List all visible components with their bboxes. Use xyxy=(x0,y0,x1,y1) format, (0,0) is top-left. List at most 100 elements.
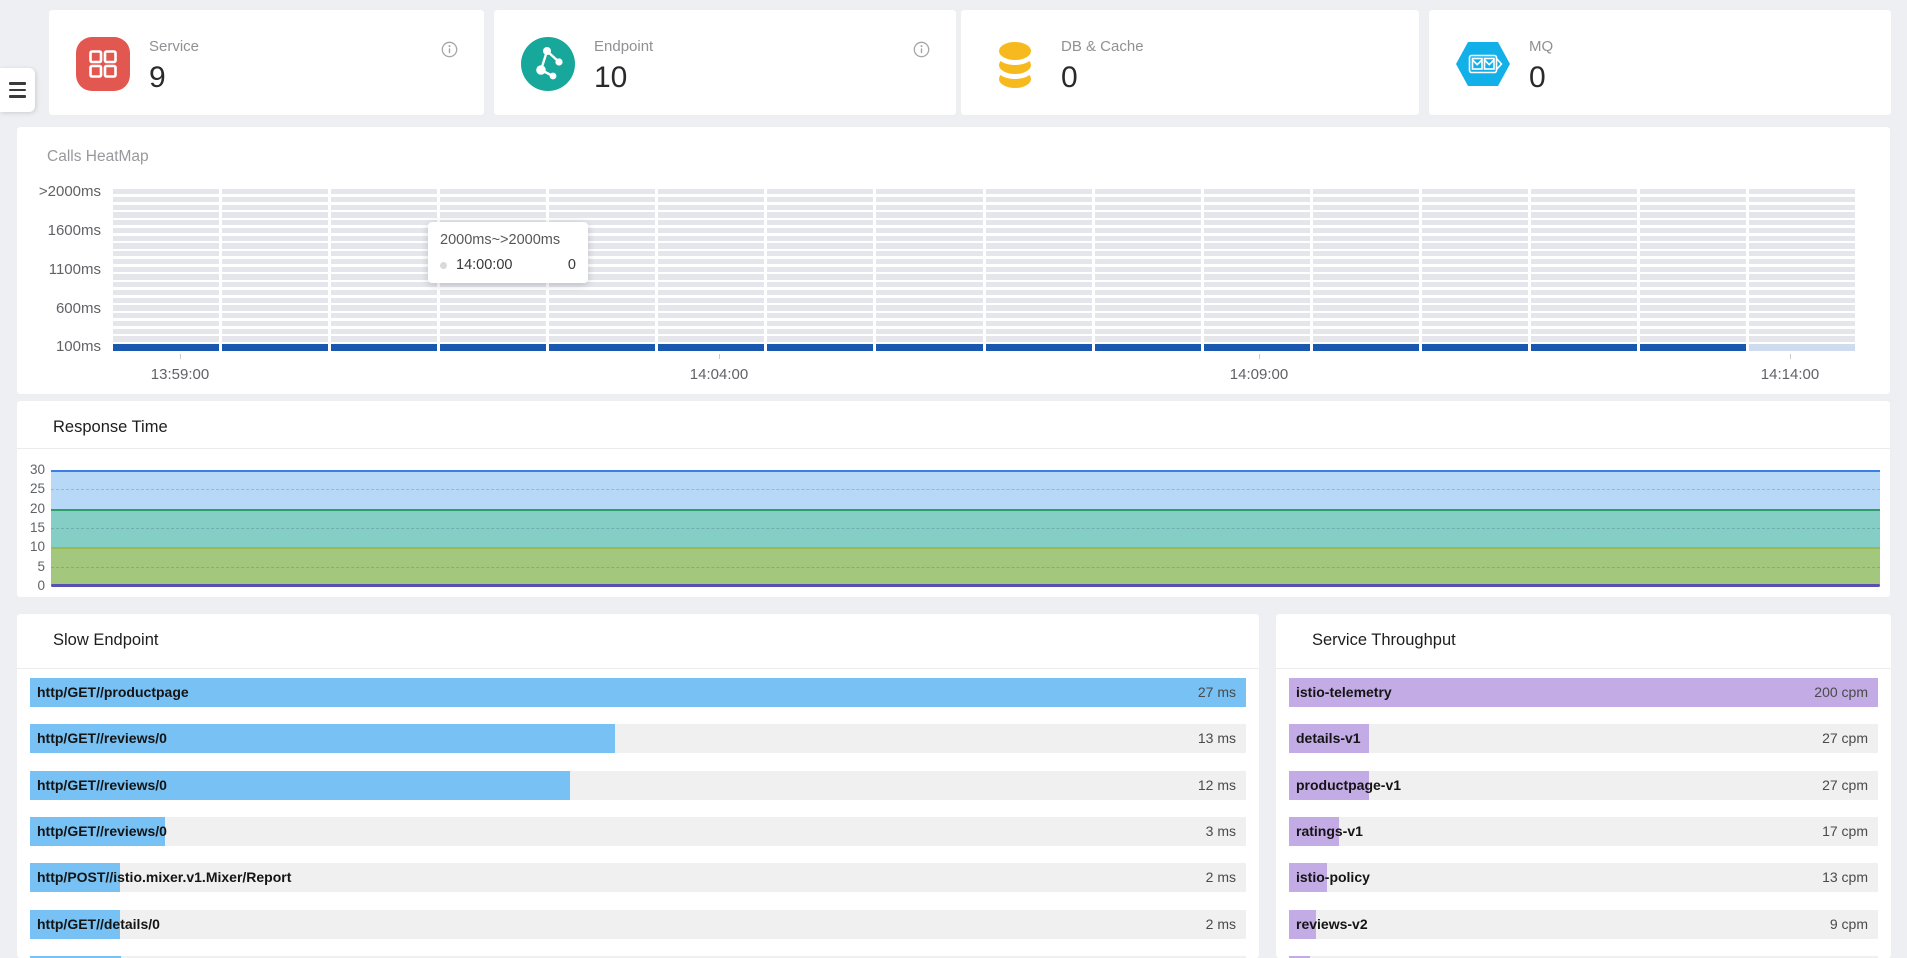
heatmap-cell xyxy=(440,212,546,217)
heatmap-cell xyxy=(986,220,1092,225)
heatmap-cell xyxy=(331,259,437,264)
heatmap-cell xyxy=(767,205,873,210)
heatmap-cell xyxy=(986,329,1092,334)
heatmap-cell xyxy=(658,205,764,210)
slow-endpoint-row: http/GET//reviews/013 ms xyxy=(30,724,1246,753)
heatmap-row xyxy=(113,220,1855,225)
heatmap-cell xyxy=(767,329,873,334)
heatmap-y-label: 600ms xyxy=(17,300,101,317)
heatmap-cell xyxy=(1313,313,1419,318)
heatmap-row xyxy=(113,298,1855,303)
heatmap-cell xyxy=(986,212,1092,217)
slow-endpoint-row: http/POST//istio.mixer.v1.Mixer/Report2 … xyxy=(30,863,1246,892)
stat-card-endpoint: Endpoint 10 xyxy=(494,10,956,115)
heatmap-cell xyxy=(986,274,1092,279)
heatmap-cell xyxy=(1422,282,1528,287)
heatmap-row xyxy=(113,197,1855,202)
heatmap-cell xyxy=(113,344,219,351)
heatmap-cell xyxy=(1204,336,1310,341)
stat-card-service: Service 9 xyxy=(49,10,484,115)
bar-label: reviews-v2 xyxy=(1296,910,1368,939)
stat-value: 10 xyxy=(594,61,653,95)
heatmap-cell xyxy=(1204,313,1310,318)
heatmap-cell xyxy=(549,205,655,210)
heatmap-cell xyxy=(1749,243,1855,248)
heatmap-cell xyxy=(1531,228,1637,233)
heatmap-row xyxy=(113,243,1855,248)
heatmap-cell xyxy=(1095,344,1201,351)
heatmap-cell xyxy=(113,267,219,272)
stat-card-db-cache: DB & Cache 0 xyxy=(961,10,1419,115)
heatmap-cell xyxy=(1531,197,1637,202)
heatmap-cell xyxy=(1422,197,1528,202)
heatmap-cell xyxy=(113,298,219,303)
heatmap-cell xyxy=(986,236,1092,241)
heatmap-cell xyxy=(1531,205,1637,210)
heatmap-cell xyxy=(1422,251,1528,256)
heatmap-cell xyxy=(331,251,437,256)
heatmap-cell xyxy=(331,220,437,225)
bar-label: istio-telemetry xyxy=(1296,678,1392,707)
heatmap-cell xyxy=(113,212,219,217)
heatmap-cell xyxy=(331,344,437,351)
service-throughput-row: productpage-v127 cpm xyxy=(1289,771,1878,800)
calls-heatmap-card: Calls HeatMap >2000ms1600ms1100ms600ms10… xyxy=(17,127,1890,394)
heatmap-cell xyxy=(331,290,437,295)
heatmap-cell xyxy=(331,321,437,326)
heatmap-row xyxy=(113,212,1855,217)
heatmap-cell xyxy=(1531,305,1637,310)
heatmap-cell xyxy=(876,205,982,210)
info-icon[interactable] xyxy=(441,41,458,58)
heatmap-row xyxy=(113,267,1855,272)
service-throughput-row: details-v127 cpm xyxy=(1289,724,1878,753)
heatmap-cell xyxy=(767,197,873,202)
menu-toggle-button[interactable] xyxy=(0,68,35,112)
heatmap-cell xyxy=(549,189,655,194)
heatmap-cell xyxy=(1422,212,1528,217)
heatmap-cell xyxy=(549,329,655,334)
bar-value: 2 ms xyxy=(1206,910,1236,939)
heatmap-cell xyxy=(1640,189,1746,194)
heatmap-row xyxy=(113,336,1855,341)
heatmap-cell xyxy=(1313,251,1419,256)
heatmap-cell xyxy=(986,313,1092,318)
heatmap-cell xyxy=(1531,236,1637,241)
heatmap-cell xyxy=(876,313,982,318)
tooltip-bucket-label: 2000ms~>2000ms xyxy=(440,232,576,248)
heatmap-cell xyxy=(113,274,219,279)
heatmap-cell xyxy=(1095,298,1201,303)
heatmap-cell xyxy=(440,290,546,295)
heatmap-cell xyxy=(1204,212,1310,217)
axis-tick xyxy=(180,354,181,359)
bar-label: productpage-v1 xyxy=(1296,771,1401,800)
heatmap-cell xyxy=(986,205,1092,210)
tooltip-value: 0 xyxy=(568,257,576,273)
service-throughput-row: istio-telemetry200 cpm xyxy=(1289,678,1878,707)
heatmap-cell xyxy=(1204,298,1310,303)
heatmap-cell xyxy=(331,205,437,210)
stat-value: 0 xyxy=(1061,61,1144,95)
heatmap-cell xyxy=(1422,313,1528,318)
heatmap-cell xyxy=(1422,305,1528,310)
heatmap-cell xyxy=(1204,329,1310,334)
heatmap-cell xyxy=(1640,259,1746,264)
heatmap-row xyxy=(113,236,1855,241)
heatmap-cell xyxy=(876,189,982,194)
bar-value: 13 cpm xyxy=(1822,863,1868,892)
info-icon[interactable] xyxy=(913,41,930,58)
mq-hexagon-icon xyxy=(1455,36,1511,92)
heatmap-cell xyxy=(986,197,1092,202)
response-time-y-tick: 10 xyxy=(19,539,45,554)
heatmap-x-label: 13:59:00 xyxy=(125,366,235,383)
heatmap-cell xyxy=(1640,228,1746,233)
heatmap-cell xyxy=(1313,236,1419,241)
heatmap-cell xyxy=(1422,228,1528,233)
heatmap-cell xyxy=(113,290,219,295)
heatmap-cell xyxy=(1749,329,1855,334)
heatmap-cell xyxy=(222,313,328,318)
heatmap-cell xyxy=(549,212,655,217)
heatmap-cell xyxy=(331,189,437,194)
heatmap-cell xyxy=(1204,344,1310,351)
bar-label: http/GET//reviews/0 xyxy=(37,724,167,753)
response-time-y-tick: 25 xyxy=(19,481,45,496)
